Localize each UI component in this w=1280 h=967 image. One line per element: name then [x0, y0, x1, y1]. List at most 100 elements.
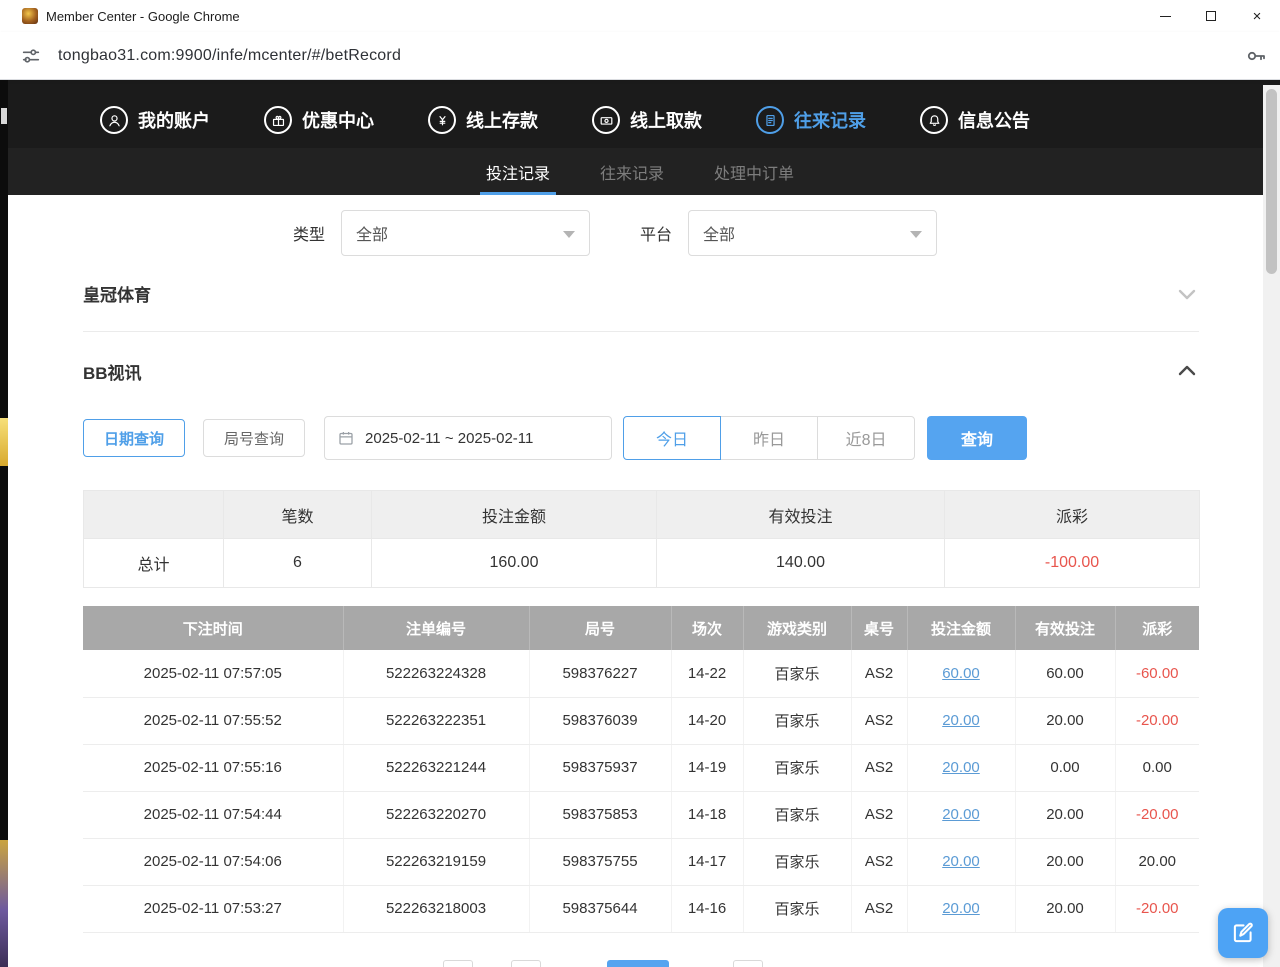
- round-cell: 598375644: [529, 885, 671, 932]
- session-cell: 14-22: [671, 650, 743, 697]
- nav-item-online-withdraw[interactable]: 线上取款: [592, 106, 702, 134]
- deposit-icon: [428, 106, 456, 134]
- summary-header-count: 笔数: [224, 491, 372, 539]
- nav-item-my-account[interactable]: 我的账户: [100, 106, 210, 134]
- summary-payout: -100.00: [945, 539, 1200, 588]
- query-controls: 日期查询 局号查询 2025-02-11 ~ 2025-02-11 今日 昨日 …: [83, 416, 1199, 460]
- type-select[interactable]: 全部: [341, 210, 590, 256]
- order-cell: 522263219159: [343, 838, 529, 885]
- pencil-icon: [1230, 920, 1256, 946]
- bell-icon: [920, 106, 948, 134]
- chevron-down-icon: [563, 231, 575, 238]
- bet-time-cell: 2025-02-11 07:54:06: [83, 838, 343, 885]
- button-label: 局号查询: [224, 428, 284, 449]
- valid-bet-cell: 20.00: [1015, 697, 1115, 744]
- round-query-button[interactable]: 局号查询: [203, 419, 305, 457]
- scrollbar-thumb[interactable]: [1266, 89, 1277, 274]
- payout-cell: -60.00: [1115, 650, 1199, 697]
- bet-amount-link[interactable]: 20.00: [942, 759, 980, 776]
- round-cell: 598376039: [529, 697, 671, 744]
- background-page-edge: [0, 80, 8, 967]
- nav-item-promotions[interactable]: 优惠中心: [264, 106, 374, 134]
- tab-transaction-records[interactable]: 往来记录: [596, 148, 668, 195]
- address-bar[interactable]: tongbao31.com:9900/infe/mcenter/#/betRec…: [0, 32, 1280, 80]
- bet-amount-link[interactable]: 20.00: [942, 853, 980, 870]
- platform-select-value: 全部: [703, 221, 735, 245]
- order-cell: 522263221244: [343, 744, 529, 791]
- payout-cell: -20.00: [1115, 885, 1199, 932]
- minimize-icon: [1160, 16, 1171, 17]
- search-button[interactable]: 查询: [927, 416, 1027, 460]
- close-icon: ×: [1253, 8, 1262, 25]
- bet-amount-link[interactable]: 20.00: [942, 712, 980, 729]
- pagination-next-button[interactable]: ›: [733, 960, 763, 967]
- last-8-days-button[interactable]: 近8日: [817, 416, 915, 460]
- chevron-up-icon[interactable]: [1175, 359, 1199, 383]
- nav-item-transaction-records[interactable]: 往来记录: [756, 106, 866, 134]
- page-scrollbar[interactable]: [1263, 85, 1280, 967]
- col-bet-amount: 投注金额: [907, 606, 1015, 650]
- pagination-page-button[interactable]: 1: [607, 960, 669, 967]
- session-cell: 14-20: [671, 697, 743, 744]
- round-cell: 598375853: [529, 791, 671, 838]
- tab-bet-records[interactable]: 投注记录: [482, 148, 554, 195]
- compose-fab-button[interactable]: [1218, 908, 1268, 958]
- pagination-first-button[interactable]: «: [443, 960, 473, 967]
- bet-amount-link[interactable]: 20.00: [942, 900, 980, 917]
- nav-label: 优惠中心: [302, 107, 374, 133]
- nav-item-announcements[interactable]: 信息公告: [920, 106, 1030, 134]
- background-fragment: [0, 418, 8, 466]
- bet-amount-link[interactable]: 20.00: [942, 806, 980, 823]
- section-bb-video[interactable]: BB视讯: [83, 332, 1199, 410]
- date-query-button[interactable]: 日期查询: [83, 419, 185, 457]
- bet-time-cell: 2025-02-11 07:54:44: [83, 791, 343, 838]
- col-game-type: 游戏类别: [743, 606, 851, 650]
- type-filter-label: 类型: [293, 221, 325, 245]
- table-row: 2025-02-11 07:54:06 522263219159 5983757…: [83, 838, 1199, 885]
- game-cell: 百家乐: [743, 650, 851, 697]
- passkey-icon[interactable]: [1244, 44, 1268, 68]
- background-fragment: [0, 840, 8, 967]
- site-info-icon[interactable]: [20, 45, 42, 67]
- section-title: 皇冠体育: [83, 281, 151, 306]
- pagination-prev-button[interactable]: ‹: [511, 960, 541, 967]
- gift-icon: [264, 106, 292, 134]
- col-session: 场次: [671, 606, 743, 650]
- button-label: 昨日: [753, 426, 785, 450]
- col-valid-bet: 有效投注: [1015, 606, 1115, 650]
- today-button[interactable]: 今日: [623, 416, 721, 460]
- valid-bet-cell: 20.00: [1015, 885, 1115, 932]
- payout-cell: -20.00: [1115, 697, 1199, 744]
- nav-item-online-deposit[interactable]: 线上存款: [428, 106, 538, 134]
- table-cell: AS2: [851, 697, 907, 744]
- valid-bet-cell: 20.00: [1015, 838, 1115, 885]
- chevron-down-icon: [910, 231, 922, 238]
- table-cell: AS2: [851, 650, 907, 697]
- yesterday-button[interactable]: 昨日: [720, 416, 818, 460]
- table-header-row: 下注时间 注单编号 局号 场次 游戏类别 桌号 投注金额 有效投注 派彩: [83, 606, 1199, 650]
- summary-table: 笔数 投注金额 有效投注 派彩 总计 6 160.00 140.00 -100.…: [83, 490, 1200, 588]
- section-crown-sports[interactable]: 皇冠体育: [83, 256, 1199, 332]
- maximize-button[interactable]: [1188, 0, 1234, 32]
- date-range-input[interactable]: 2025-02-11 ~ 2025-02-11: [324, 416, 612, 460]
- bet-amount-link[interactable]: 60.00: [942, 665, 980, 682]
- col-order-number: 注单编号: [343, 606, 529, 650]
- close-button[interactable]: ×: [1234, 0, 1280, 32]
- chevron-down-icon[interactable]: [1175, 282, 1199, 306]
- valid-bet-cell: 60.00: [1015, 650, 1115, 697]
- bet-records-table: 下注时间 注单编号 局号 场次 游戏类别 桌号 投注金额 有效投注 派彩 202…: [83, 606, 1199, 933]
- url-text[interactable]: tongbao31.com:9900/infe/mcenter/#/betRec…: [58, 47, 401, 65]
- button-label: 今日: [656, 426, 688, 450]
- minimize-button[interactable]: [1142, 0, 1188, 32]
- summary-valid: 140.00: [657, 539, 945, 588]
- game-cell: 百家乐: [743, 744, 851, 791]
- platform-select[interactable]: 全部: [688, 210, 937, 256]
- bet-time-cell: 2025-02-11 07:57:05: [83, 650, 343, 697]
- payout-cell: -20.00: [1115, 791, 1199, 838]
- summary-header-payout: 派彩: [945, 491, 1200, 539]
- session-cell: 14-16: [671, 885, 743, 932]
- tab-processing-orders[interactable]: 处理中订单: [710, 148, 798, 195]
- window-titlebar: Member Center - Google Chrome ×: [0, 0, 1280, 32]
- game-cell: 百家乐: [743, 885, 851, 932]
- col-round-number: 局号: [529, 606, 671, 650]
